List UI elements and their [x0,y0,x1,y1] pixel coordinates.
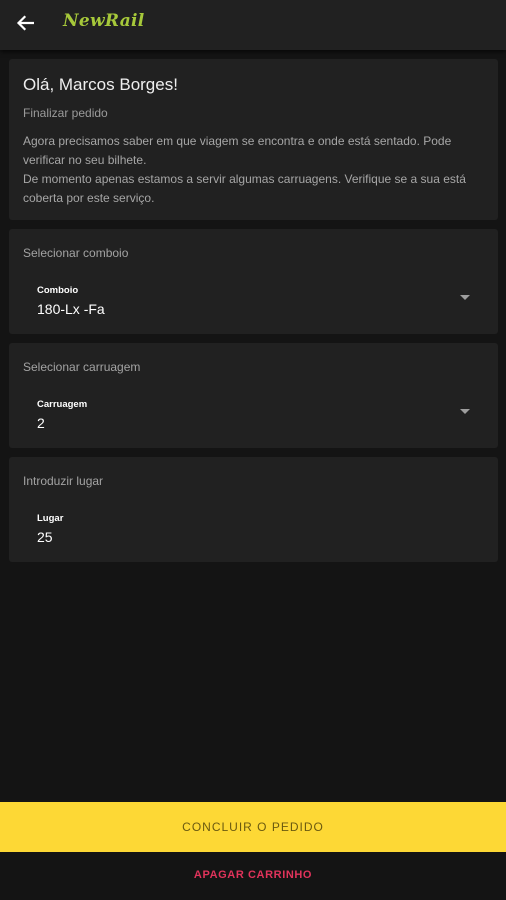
seat-input-card[interactable]: Introduzir lugar Lugar 25 [9,457,498,562]
seat-input-title: Introduzir lugar [23,474,104,488]
confirm-order-button[interactable]: CONCLUIR O PEDIDO [0,802,506,852]
carriage-select-value[interactable]: 2 [37,415,45,431]
app-bar: NewRail [0,0,506,50]
carriage-select-card[interactable]: Selecionar carruagem Carruagem 2 [9,343,498,448]
seat-input[interactable]: 25 [37,529,53,545]
back-button[interactable] [10,10,40,40]
train-select-card[interactable]: Selecionar comboio Comboio 180-Lx -Fa [9,229,498,334]
carriage-select-title: Selecionar carruagem [23,360,141,374]
instructions-text-2: De momento apenas estamos a servir algum… [23,172,466,205]
order-form: Olá, Marcos Borges! Finalizar pedido Ago… [9,59,498,571]
app-logo: NewRail [63,11,145,31]
greeting-title: Olá, Marcos Borges! [23,75,178,94]
arrow-left-icon [16,14,35,36]
instructions-text-1: Agora precisamos saber em que viagem se … [23,134,452,167]
chevron-down-icon[interactable] [460,295,470,300]
chevron-down-icon[interactable] [460,409,470,414]
carriage-field-label: Carruagem [37,399,88,410]
seat-field-label: Lugar [37,513,64,524]
train-field-label: Comboio [37,285,79,296]
train-select-value[interactable]: 180-Lx -Fa [37,301,105,317]
page-subtitle: Finalizar pedido [23,106,108,120]
clear-cart-button[interactable]: APAGAR CARRINHO [0,852,506,900]
train-select-title: Selecionar comboio [23,246,129,260]
intro-card: Olá, Marcos Borges! Finalizar pedido Ago… [9,59,498,220]
